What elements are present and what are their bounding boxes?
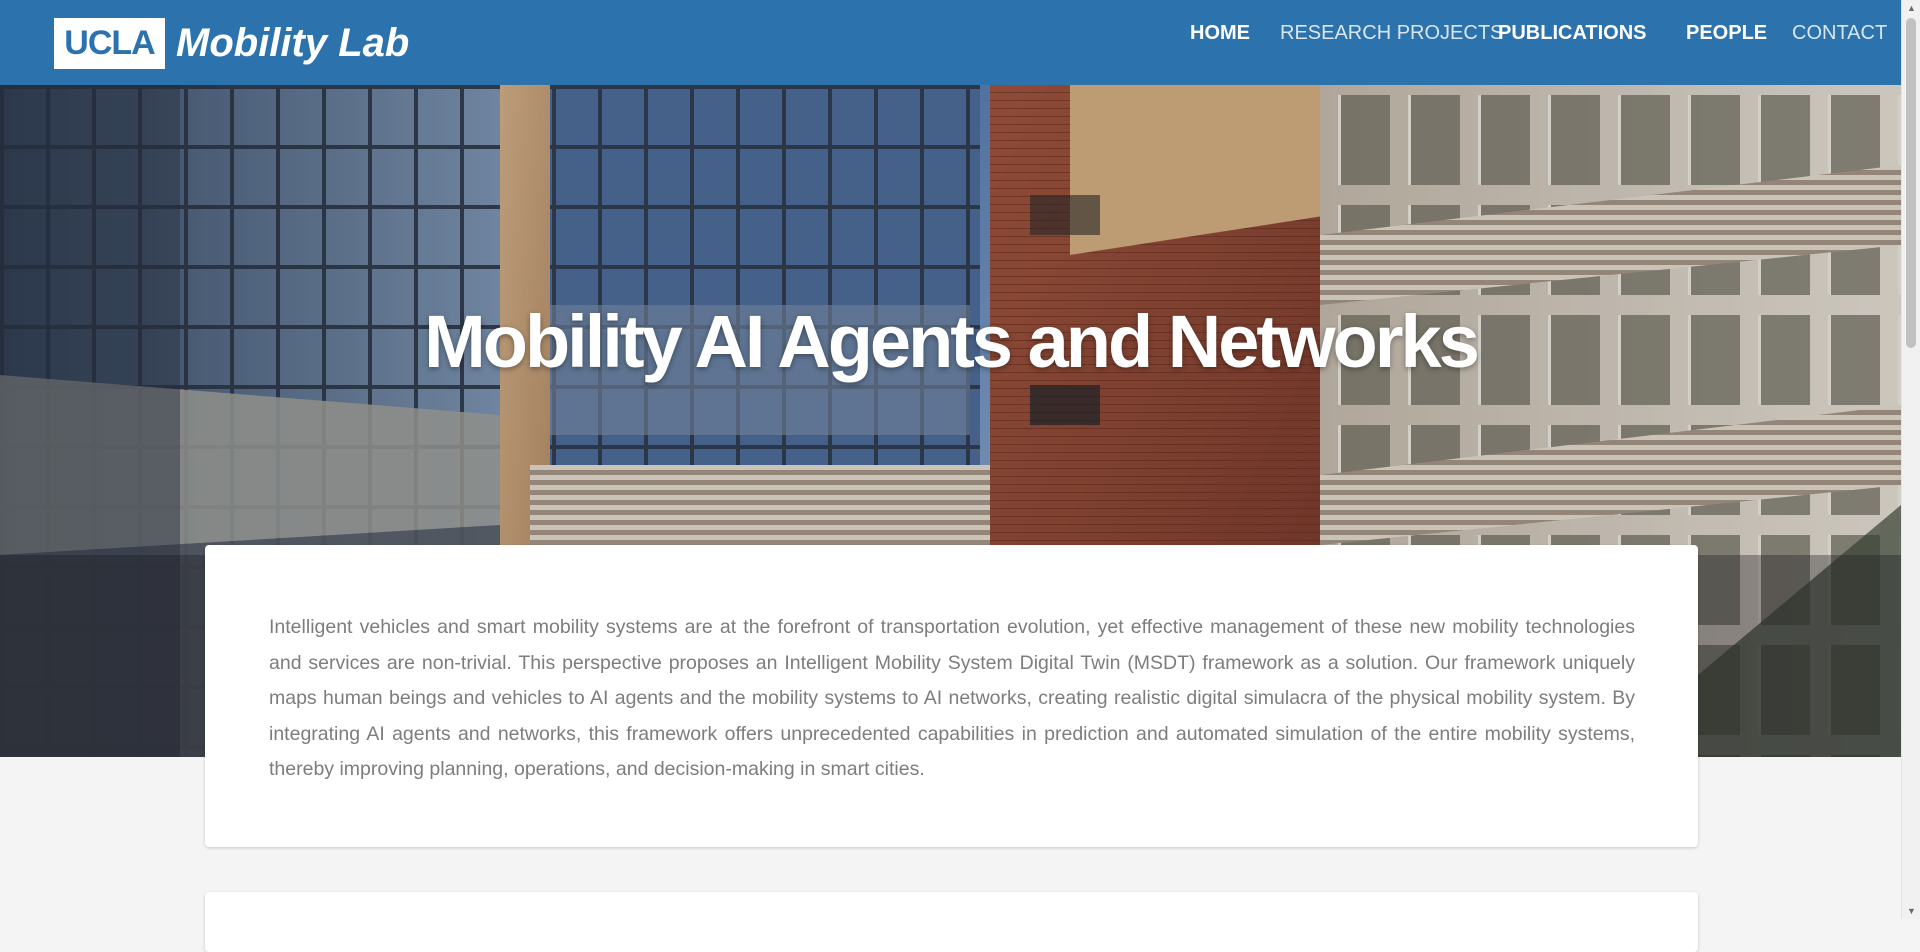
abstract-card: Intelligent vehicles and smart mobility … xyxy=(205,545,1698,847)
nav-people[interactable]: PEOPLE xyxy=(1686,22,1767,45)
scrollbar-thumb[interactable] xyxy=(1906,18,1916,348)
abstract-text: Intelligent vehicles and smart mobility … xyxy=(269,616,1635,780)
scroll-down-icon[interactable]: ▼ xyxy=(1902,903,1920,919)
page-title: Mobility AI Agents and Networks xyxy=(424,299,1480,383)
top-navbar: UCLA Mobility Lab HOME RESEARCH PROJECTS… xyxy=(0,0,1901,85)
second-card xyxy=(205,892,1698,952)
logo-lab-name: Mobility Lab xyxy=(176,21,410,65)
nav-research-projects[interactable]: RESEARCH PROJECTS xyxy=(1280,22,1503,45)
logo-ucla-box: UCLA xyxy=(54,18,165,69)
page-scrollbar[interactable]: ▲ ▼ xyxy=(1901,0,1920,919)
nav-publications[interactable]: PUBLICATIONS xyxy=(1498,22,1647,45)
nav-contact[interactable]: CONTACT xyxy=(1792,22,1887,45)
nav-home[interactable]: HOME xyxy=(1190,22,1250,45)
site-logo[interactable]: UCLA Mobility Lab xyxy=(54,18,409,69)
scroll-up-icon[interactable]: ▲ xyxy=(1902,0,1920,16)
